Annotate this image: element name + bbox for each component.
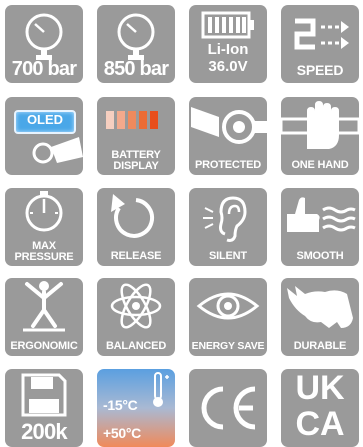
- tile-balanced: BALANCED: [97, 278, 175, 356]
- tile-label: DURABLE: [293, 340, 347, 352]
- tile-li-ion: Li-Ion 36.0V: [189, 5, 267, 83]
- tile-oled: OLED: [5, 97, 83, 175]
- tile-durable: DURABLE: [281, 278, 359, 356]
- tile-label: 700 bar: [11, 58, 77, 80]
- tile-label: ONE HAND: [291, 159, 349, 171]
- tile-label: PROTECTED: [194, 159, 262, 171]
- tile-release: RELEASE: [97, 188, 175, 266]
- tile-max-pressure: MAX PRESSURE: [5, 188, 83, 266]
- tile-temperature: -15°C +50°C: [97, 369, 175, 447]
- tile-ce: [189, 369, 267, 447]
- battery-bar-3: [128, 111, 136, 129]
- tile-label-line2: DISPLAY: [113, 160, 159, 172]
- tile-protected: PROTECTED: [189, 97, 267, 175]
- battery-bar-1: [106, 111, 114, 129]
- ukca-mark-line1: UK: [295, 369, 345, 407]
- tile-label: 850 bar: [103, 58, 169, 80]
- tile-label: SILENT: [209, 250, 247, 262]
- tile-label: ERGONOMIC: [10, 340, 78, 352]
- tile-ergonomic: ERGONOMIC: [5, 278, 83, 356]
- battery-bar-2: [117, 111, 125, 129]
- tile-memory: 200k: [5, 369, 83, 447]
- tile-one-hand: ONE HAND: [281, 97, 359, 175]
- tile-speed: SPEED: [281, 5, 359, 83]
- tile-label: ENERGY SAVE: [191, 340, 265, 352]
- battery-bar-4: [139, 111, 147, 129]
- temperature-high-label: +50°C: [103, 425, 141, 441]
- tile-label: RELEASE: [110, 250, 162, 262]
- tile-850-bar: 850 bar: [97, 5, 175, 83]
- temperature-low-label: -15°C: [103, 397, 138, 413]
- tile-label-line1: Li-Ion: [207, 41, 249, 58]
- tile-energy-save: ENERGY SAVE: [189, 278, 267, 356]
- tile-label: 200k: [21, 419, 68, 444]
- ukca-mark-line2: CA: [295, 405, 345, 443]
- tile-battery-display: BATTERY DISPLAY: [97, 97, 175, 175]
- tile-silent: SILENT: [189, 188, 267, 266]
- tile-700-bar: 700 bar: [5, 5, 83, 83]
- ce-mark-icon: [201, 386, 256, 430]
- tile-label: SMOOTH: [296, 250, 344, 262]
- button-press-icon: [32, 137, 83, 164]
- tile-label-line2: PRESSURE: [14, 251, 74, 263]
- tile-label: SPEED: [296, 62, 344, 78]
- tile-smooth: SMOOTH: [281, 188, 359, 266]
- battery-bar-5: [150, 111, 158, 129]
- tile-label-line2: 36.0V: [208, 58, 248, 75]
- tile-label: BALANCED: [105, 340, 167, 352]
- feature-icon-grid: 700 bar 850 bar Li-Ion 36.0V SPEED OLED …: [0, 0, 363, 447]
- tile-ukca: UK CA: [281, 369, 359, 447]
